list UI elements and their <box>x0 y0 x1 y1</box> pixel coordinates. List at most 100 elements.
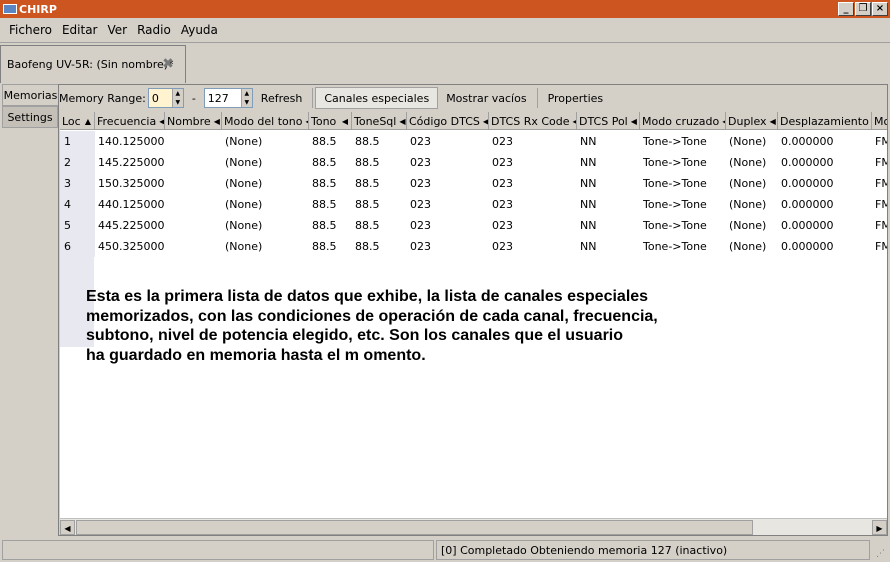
column-header[interactable]: ToneSql ◀ <box>352 112 407 130</box>
column-header[interactable]: DTCS Rx Code◀ <box>489 112 577 130</box>
table-cell[interactable] <box>165 215 222 236</box>
column-menu-icon[interactable]: ◀ <box>770 117 776 126</box>
table-cell[interactable]: 88.5 <box>352 173 407 194</box>
menu-ver[interactable]: Ver <box>103 23 133 37</box>
table-cell[interactable]: 88.5 <box>352 152 407 173</box>
menu-ayuda[interactable]: Ayuda <box>176 23 223 37</box>
table-cell[interactable]: NN <box>577 173 640 194</box>
table-cell[interactable]: 0.000000 <box>778 173 872 194</box>
column-menu-icon[interactable]: ◀ <box>631 117 637 126</box>
table-cell[interactable]: 023 <box>407 152 489 173</box>
column-header[interactable]: Modo cruzado◀ <box>640 112 726 130</box>
table-row[interactable]: 5 445.225000 (None) 88.5 88.5 023 023 NN Tone->T… <box>60 215 887 236</box>
table-cell[interactable]: FM <box>872 131 887 152</box>
table-row[interactable]: 4 440.125000 (None) 88.5 88.5 023 023 NN Tone->T… <box>60 194 887 215</box>
table-cell[interactable]: 0.000000 <box>778 194 872 215</box>
table-cell[interactable]: (None) <box>222 215 309 236</box>
table-cell[interactable]: 023 <box>407 215 489 236</box>
column-menu-icon[interactable]: ◀ <box>399 117 405 126</box>
table-cell[interactable]: (None) <box>222 152 309 173</box>
column-header[interactable]: DTCS Pol ◀ <box>577 112 640 130</box>
scroll-thumb[interactable] <box>76 520 753 535</box>
column-header[interactable]: Nombre ◀ <box>165 112 222 130</box>
loc-cell[interactable]: 2 <box>60 152 95 173</box>
table-cell[interactable]: FM <box>872 173 887 194</box>
table-row[interactable]: 3 150.325000 (None) 88.5 88.5 023 023 NN Tone->T… <box>60 173 887 194</box>
table-cell[interactable]: FM <box>872 236 887 257</box>
range-end-input[interactable] <box>204 89 241 107</box>
table-cell[interactable]: 88.5 <box>352 194 407 215</box>
table-cell[interactable]: 0.000000 <box>778 131 872 152</box>
horizontal-scrollbar[interactable]: ◀ ▶ <box>60 518 887 535</box>
table-cell[interactable]: 140.125000 <box>95 131 165 152</box>
table-cell[interactable] <box>165 131 222 152</box>
table-cell[interactable]: 0.000000 <box>778 152 872 173</box>
table-cell[interactable] <box>165 173 222 194</box>
properties-button[interactable]: Properties <box>540 87 612 109</box>
table-cell[interactable]: (None) <box>726 131 778 152</box>
table-cell[interactable]: 88.5 <box>352 215 407 236</box>
range-end-spinner[interactable]: ▲▼ <box>203 88 253 108</box>
table-cell[interactable]: Tone->Tone <box>640 152 726 173</box>
column-menu-icon[interactable]: ◀ <box>214 117 220 126</box>
loc-cell[interactable]: 3 <box>60 173 95 194</box>
show-empty-toggle[interactable]: Mostrar vacíos <box>438 87 534 109</box>
table-cell[interactable]: 145.225000 <box>95 152 165 173</box>
table-cell[interactable]: (None) <box>222 236 309 257</box>
table-cell[interactable]: 023 <box>489 152 577 173</box>
menu-radio[interactable]: Radio <box>132 23 176 37</box>
loc-cell[interactable]: 4 <box>60 194 95 215</box>
table-cell[interactable]: 023 <box>407 236 489 257</box>
table-cell[interactable]: (None) <box>222 173 309 194</box>
table-cell[interactable] <box>165 194 222 215</box>
scroll-right-icon[interactable]: ▶ <box>872 520 887 535</box>
table-cell[interactable]: 023 <box>489 236 577 257</box>
table-cell[interactable]: 0.000000 <box>778 236 872 257</box>
table-cell[interactable]: 150.325000 <box>95 173 165 194</box>
table-cell[interactable]: 0.000000 <box>778 215 872 236</box>
column-header[interactable]: Loc ▲ <box>60 112 95 130</box>
loc-cell[interactable]: 1 <box>60 131 95 152</box>
table-cell[interactable]: 023 <box>489 194 577 215</box>
restore-button[interactable]: ❐ <box>855 2 871 16</box>
column-header[interactable]: Duplex ◀ <box>726 112 778 130</box>
column-header[interactable]: Desplazamiento◀ <box>778 112 872 130</box>
range-end-arrows[interactable]: ▲ ▼ <box>240 89 252 107</box>
table-cell[interactable]: FM <box>872 152 887 173</box>
table-cell[interactable]: FM <box>872 215 887 236</box>
table-cell[interactable]: Tone->Tone <box>640 194 726 215</box>
table-cell[interactable]: Tone->Tone <box>640 236 726 257</box>
table-cell[interactable]: (None) <box>726 215 778 236</box>
table-cell[interactable]: 88.5 <box>309 194 352 215</box>
close-tab-icon[interactable]: ✖ <box>161 57 175 71</box>
special-channels-toggle[interactable]: Canales especiales <box>315 87 439 109</box>
menu-fichero[interactable]: Fichero <box>4 23 57 37</box>
table-cell[interactable]: Tone->Tone <box>640 131 726 152</box>
table-cell[interactable]: NN <box>577 194 640 215</box>
sort-ascending-icon[interactable]: ▲ <box>85 117 91 126</box>
table-cell[interactable]: 023 <box>407 131 489 152</box>
table-cell[interactable]: (None) <box>726 173 778 194</box>
table-cell[interactable]: 88.5 <box>309 236 352 257</box>
table-cell[interactable]: (None) <box>726 194 778 215</box>
table-cell[interactable]: 88.5 <box>309 215 352 236</box>
table-cell[interactable]: (None) <box>726 236 778 257</box>
tab-settings[interactable]: Settings <box>2 106 58 128</box>
resize-grip-icon[interactable]: ⋰ <box>876 548 888 560</box>
table-cell[interactable]: Tone->Tone <box>640 173 726 194</box>
table-cell[interactable]: 88.5 <box>352 131 407 152</box>
table-cell[interactable]: Tone->Tone <box>640 215 726 236</box>
table-cell[interactable]: 445.225000 <box>95 215 165 236</box>
scroll-left-icon[interactable]: ◀ <box>60 520 75 535</box>
column-menu-icon[interactable]: ◀ <box>342 117 348 126</box>
table-cell[interactable]: FM <box>872 194 887 215</box>
table-cell[interactable] <box>165 236 222 257</box>
loc-cell[interactable]: 5 <box>60 215 95 236</box>
table-cell[interactable]: 88.5 <box>309 173 352 194</box>
table-cell[interactable]: NN <box>577 131 640 152</box>
column-header[interactable]: Código DTCS ◀ <box>407 112 489 130</box>
range-start-input[interactable] <box>148 89 172 107</box>
range-start-spinner[interactable]: ▲▼ <box>147 88 184 108</box>
table-cell[interactable]: (None) <box>726 152 778 173</box>
table-cell[interactable]: 88.5 <box>309 131 352 152</box>
